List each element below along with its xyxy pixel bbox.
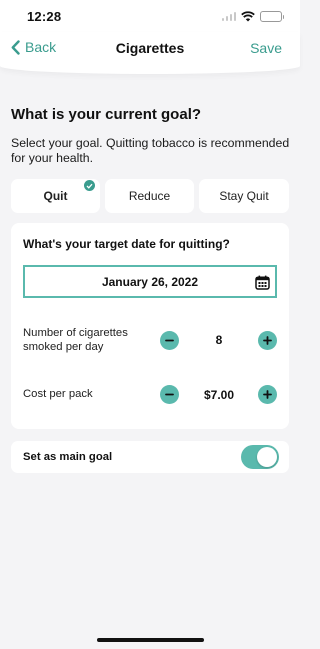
cigarettes-per-day-label: Number of cigarettes smoked per day [23,327,128,353]
target-date-value: January 26, 2022 [101,274,199,289]
check-icon [84,180,95,191]
calendar-icon [255,275,270,290]
toggle-knob [257,447,277,467]
status-time: 12:28 [27,9,62,24]
main-goal-row: Set as main goal [11,441,289,473]
target-date-field[interactable]: January 26, 2022 [23,265,277,298]
tab-reduce-label: Reduce [128,189,171,203]
main-goal-toggle[interactable] [241,445,279,469]
plus-icon [263,336,272,345]
goal-tabs: Quit Reduce Stay Quit [11,179,289,213]
cost-per-pack-label: Cost per pack [23,388,93,400]
target-date-question: What's your target date for quitting? [23,237,230,251]
goal-description: Select your goal. Quitting tobacco is re… [11,136,290,165]
signal-icon [221,11,236,21]
wifi-icon [241,10,255,22]
cigarettes-per-day-stepper: Number of cigarettes smoked per day 8 [23,327,277,357]
target-card: What's your target date for quitting? Ja… [11,223,289,429]
navigation-bar: Back Cigarettes Save [0,32,300,74]
home-indicator [97,638,204,642]
cigarettes-decrease-button[interactable] [160,331,179,350]
save-button[interactable]: Save [250,40,282,56]
tab-reduce[interactable]: Reduce [105,179,194,213]
status-bar: 12:28 [0,0,300,32]
status-icons [221,10,284,22]
battery-icon [260,10,284,22]
main-goal-label: Set as main goal [23,451,113,463]
minus-icon [165,393,174,396]
cost-increase-button[interactable] [258,385,277,404]
plus-icon [263,390,272,399]
tab-quit-label: Quit [43,189,68,203]
goal-heading: What is your current goal? [11,106,202,123]
cost-per-pack-value: $7.00 [203,388,235,402]
cigarettes-per-day-value: 8 [215,333,223,347]
tab-stay-quit[interactable]: Stay Quit [199,179,289,213]
minus-icon [165,339,174,342]
cost-per-pack-stepper: Cost per pack $7.00 [23,385,277,415]
tab-quit[interactable]: Quit [11,179,100,213]
tab-stay-quit-label: Stay Quit [219,189,269,203]
cost-decrease-button[interactable] [160,385,179,404]
cigarettes-increase-button[interactable] [258,331,277,350]
